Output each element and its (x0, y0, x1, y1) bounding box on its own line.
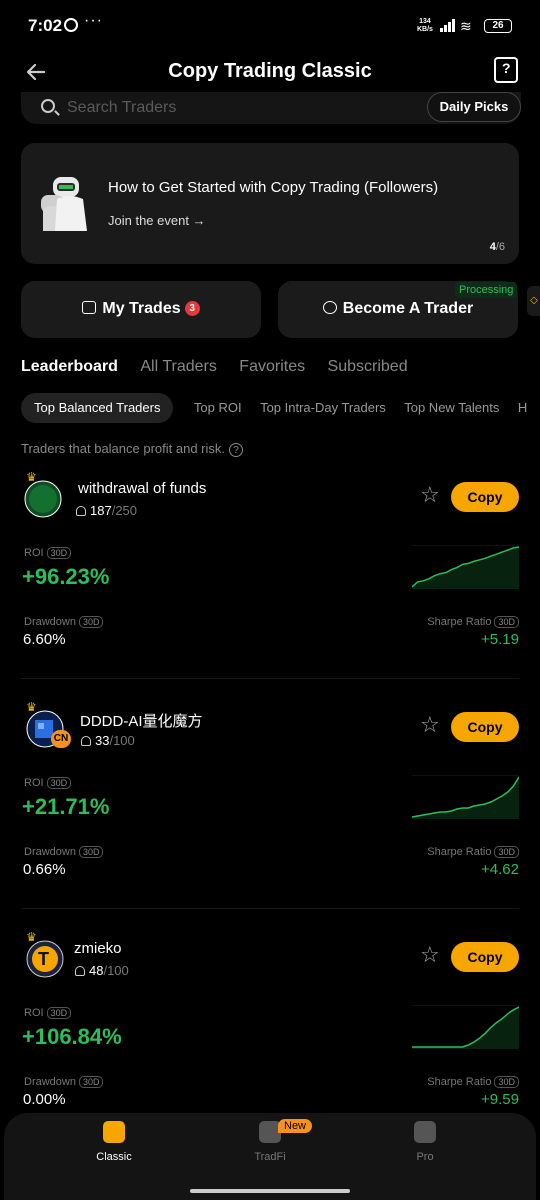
drawdown-label: Drawdown 30D (24, 616, 104, 628)
divider (21, 908, 519, 909)
status-bar: 7:02 ··· 134 KB/s ≋ 26 (0, 0, 540, 52)
roi-label: ROI 30D (24, 547, 72, 559)
person-icon (76, 506, 86, 516)
network-speed: 134 KB/s (417, 18, 433, 33)
banner-title: How to Get Started with Copy Trading (Fo… (108, 179, 439, 196)
sharpe-label: Sharpe Ratio 30D (427, 1076, 519, 1088)
drawdown-value: 6.60% (23, 631, 66, 648)
roi-value: +96.23% (22, 564, 110, 589)
help-icon[interactable]: ? (229, 443, 244, 457)
home-indicator (190, 1189, 350, 1193)
classic-icon (103, 1121, 125, 1143)
trader-name[interactable]: withdrawal of funds (78, 480, 206, 497)
trader-avatar (24, 480, 62, 518)
sharpe-label: Sharpe Ratio 30D (427, 616, 519, 628)
filter-chips: Top Balanced Traders Top ROI Top Intra-D… (21, 393, 540, 423)
sharpe-label: Sharpe Ratio 30D (427, 846, 519, 858)
chip-top-balanced[interactable]: Top Balanced Traders (21, 393, 174, 423)
sharpe-value: +9.59 (481, 1091, 519, 1108)
chip-top-new-talents[interactable]: Top New Talents (404, 393, 499, 423)
battery-icon: 26 (484, 19, 512, 33)
trades-icon (82, 301, 97, 314)
drawdown-value: 0.66% (23, 861, 66, 878)
drawdown-label: Drawdown 30D (24, 846, 104, 858)
trader-card[interactable]: ♛ CN DDDD-AI量化魔方 33/100 ☆ Copy ROI 30D +2… (0, 678, 540, 930)
nav-tradfi[interactable]: TradFi (210, 1121, 330, 1163)
leaderboard-description: Traders that balance profit and risk.? (21, 441, 244, 457)
status-more-dots: ··· (84, 12, 103, 29)
search-icon (41, 99, 55, 113)
new-badge: New (278, 1119, 313, 1133)
trader-followers: 187/250 (76, 503, 137, 518)
nav-classic[interactable]: Classic (54, 1121, 174, 1163)
my-trades-button[interactable]: My Trades 3 (21, 281, 261, 338)
roi-sparkline (412, 545, 519, 589)
guide-book-icon[interactable]: ? (494, 57, 518, 83)
whatsapp-icon (64, 18, 78, 32)
banner-pagination: 4/6 (489, 241, 505, 253)
roi-label: ROI 30D (24, 1007, 72, 1019)
sparkline-area (412, 1007, 519, 1049)
person-icon (75, 966, 85, 976)
trader-followers: 33/100 (81, 733, 135, 748)
bottom-nav: Classic TradFi New Pro (4, 1113, 536, 1200)
trader-followers: 48/100 (75, 963, 129, 978)
favorite-star-icon[interactable]: ☆ (420, 712, 440, 738)
floating-logo-icon[interactable]: ◇ (527, 286, 540, 316)
region-badge: CN (51, 730, 71, 748)
sparkline-area (412, 777, 519, 819)
user-circle-icon (322, 301, 337, 314)
promo-banner[interactable]: How to Get Started with Copy Trading (Fo… (21, 143, 519, 264)
drawdown-value: 0.00% (23, 1091, 66, 1108)
roi-value: +21.71% (22, 794, 110, 819)
roi-sparkline (412, 1005, 519, 1049)
chip-top-roi[interactable]: Top ROI (194, 393, 242, 423)
pro-icon (414, 1121, 436, 1143)
main-tabs: Leaderboard All Traders Favorites Subscr… (21, 358, 426, 380)
person-icon (81, 736, 91, 746)
trades-count-badge: 3 (184, 301, 200, 316)
roi-label: ROI 30D (24, 777, 72, 789)
daily-picks-button[interactable]: Daily Picks (427, 92, 521, 122)
copy-button[interactable]: Copy (451, 482, 519, 512)
trader-name[interactable]: DDDD-AI量化魔方 (80, 710, 203, 731)
header: Copy Trading Classic ? (0, 52, 540, 92)
chip-top-intraday[interactable]: Top Intra-Day Traders (260, 393, 386, 423)
tab-favorites[interactable]: Favorites (239, 358, 305, 376)
status-time: 7:02 (28, 16, 63, 35)
trader-card[interactable]: ♛ withdrawal of funds 187/250 ☆ Copy ROI… (0, 470, 540, 700)
banner-link[interactable]: Join the event → (108, 213, 206, 228)
wifi-icon: ≋ (460, 18, 472, 34)
favorite-star-icon[interactable]: ☆ (420, 942, 440, 968)
divider (21, 678, 519, 679)
copy-button[interactable]: Copy (451, 712, 519, 742)
search-input[interactable] (67, 97, 367, 119)
page-title: Copy Trading Classic (168, 60, 372, 82)
tab-all-traders[interactable]: All Traders (140, 358, 216, 376)
processing-badge: Processing (455, 282, 518, 298)
signal-icon (440, 19, 458, 32)
tab-subscribed[interactable]: Subscribed (328, 358, 408, 376)
trader-name[interactable]: zmieko (74, 940, 122, 957)
drawdown-label: Drawdown 30D (24, 1076, 104, 1088)
avatar-letter: T (38, 949, 49, 969)
sharpe-value: +4.62 (481, 861, 519, 878)
sharpe-value: +5.19 (481, 631, 519, 648)
sparkline-area (412, 547, 519, 589)
tab-leaderboard[interactable]: Leaderboard (21, 358, 118, 376)
robot-mascot-icon (41, 177, 87, 231)
roi-value: +106.84% (22, 1024, 122, 1049)
nav-pro[interactable]: Pro (365, 1121, 485, 1163)
roi-sparkline (412, 775, 519, 819)
chip-more[interactable]: H (518, 393, 527, 423)
favorite-star-icon[interactable]: ☆ (420, 482, 440, 508)
copy-button[interactable]: Copy (451, 942, 519, 972)
